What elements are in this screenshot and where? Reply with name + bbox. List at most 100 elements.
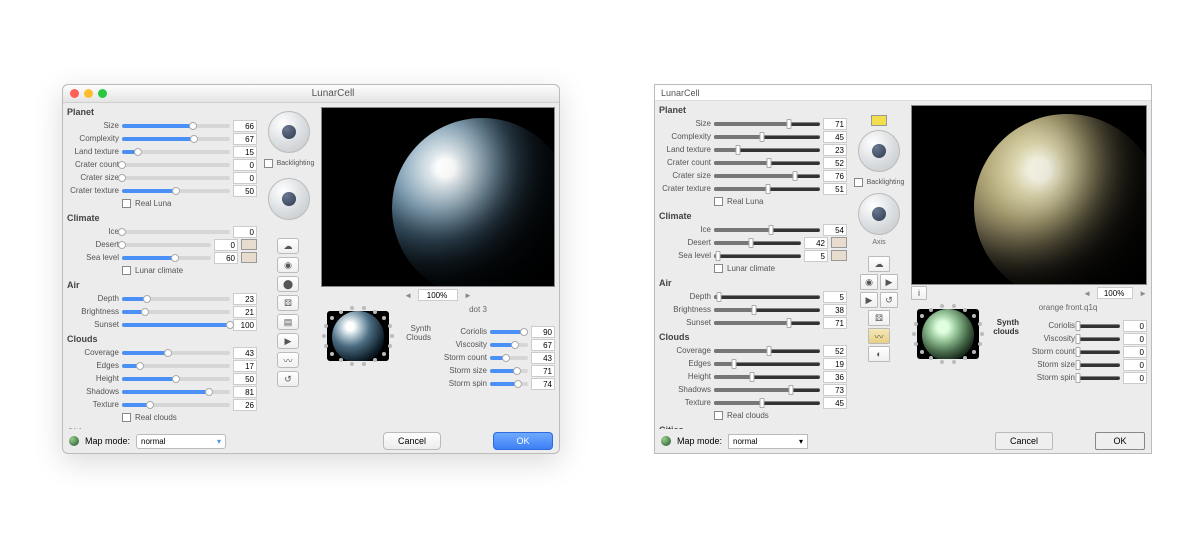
slider-track[interactable] xyxy=(1078,337,1120,341)
variation-dot[interactable] xyxy=(914,342,918,346)
main-preview[interactable] xyxy=(321,107,555,287)
slider-value[interactable]: 71 xyxy=(823,118,847,130)
color-swatch[interactable] xyxy=(241,252,257,263)
slider-value[interactable]: 52 xyxy=(823,157,847,169)
mac-titlebar[interactable]: LunarCell xyxy=(63,85,559,103)
climate-checkbox[interactable] xyxy=(122,266,131,275)
variation-dot[interactable] xyxy=(350,362,354,366)
slider-track[interactable] xyxy=(714,401,820,405)
slider-track[interactable] xyxy=(490,343,528,347)
slider-value[interactable]: 21 xyxy=(233,306,257,318)
zoom-in-button[interactable]: ► xyxy=(1139,289,1147,298)
slider-value[interactable]: 67 xyxy=(233,133,257,145)
clouds-checkbox[interactable] xyxy=(122,413,131,422)
variation-dot[interactable] xyxy=(929,308,933,312)
cancel-button[interactable]: Cancel xyxy=(995,432,1053,450)
slider-track[interactable] xyxy=(714,308,820,312)
close-icon[interactable] xyxy=(70,89,79,98)
slider-track[interactable] xyxy=(122,323,230,327)
play-button[interactable]: ▶ xyxy=(880,274,898,290)
slider-value[interactable]: 74 xyxy=(531,378,555,390)
minimize-icon[interactable] xyxy=(84,89,93,98)
backlighting-checkbox[interactable] xyxy=(854,178,863,187)
variation-dot[interactable] xyxy=(339,310,343,314)
axis-dial[interactable] xyxy=(858,193,900,235)
planet-checkbox[interactable] xyxy=(714,197,723,206)
variation-dot[interactable] xyxy=(920,314,924,318)
ok-button[interactable]: OK xyxy=(1095,432,1145,450)
slider-value[interactable]: 81 xyxy=(233,386,257,398)
random-button[interactable]: ⚄ xyxy=(868,310,890,326)
axis-dial[interactable] xyxy=(268,178,310,220)
play2-button[interactable]: ▶ xyxy=(860,292,878,308)
slider-value[interactable]: 0 xyxy=(1123,359,1147,371)
slider-value[interactable]: 19 xyxy=(823,358,847,370)
slider-value[interactable]: 23 xyxy=(823,144,847,156)
color-button[interactable]: ⬤ xyxy=(277,276,299,292)
zoom-in-button[interactable]: ► xyxy=(464,291,472,300)
variation-dot[interactable] xyxy=(940,360,944,364)
light-dial[interactable] xyxy=(268,111,310,153)
variation-dot[interactable] xyxy=(963,308,967,312)
variation-dot[interactable] xyxy=(324,344,328,348)
variation-dot[interactable] xyxy=(362,362,366,366)
color-swatch[interactable] xyxy=(831,250,847,261)
variation-dot[interactable] xyxy=(963,356,967,360)
slider-value[interactable]: 60 xyxy=(214,252,238,264)
slider-value[interactable]: 54 xyxy=(823,224,847,236)
slider-track[interactable] xyxy=(122,137,230,141)
slider-value[interactable]: 51 xyxy=(823,183,847,195)
slider-track[interactable] xyxy=(714,321,820,325)
variation-dot[interactable] xyxy=(373,358,377,362)
zoom-value[interactable]: 100% xyxy=(1097,287,1133,299)
slider-track[interactable] xyxy=(714,349,820,353)
slider-value[interactable]: 38 xyxy=(823,304,847,316)
slider-value[interactable]: 15 xyxy=(233,146,257,158)
slider-track[interactable] xyxy=(122,377,230,381)
slider-track[interactable] xyxy=(122,364,230,368)
slider-track[interactable] xyxy=(714,135,820,139)
slider-track[interactable] xyxy=(122,243,211,247)
slider-value[interactable]: 71 xyxy=(823,317,847,329)
slider-track[interactable] xyxy=(122,150,230,154)
variation-dot[interactable] xyxy=(390,334,394,338)
variation-dot[interactable] xyxy=(980,332,984,336)
slider-track[interactable] xyxy=(714,362,820,366)
slider-track[interactable] xyxy=(714,241,801,245)
random-button[interactable]: ⚄ xyxy=(277,295,299,311)
half-button[interactable]: ◐ xyxy=(868,346,890,362)
variation-dot[interactable] xyxy=(978,342,982,346)
color-swatch[interactable] xyxy=(831,237,847,248)
variation-dot[interactable] xyxy=(322,334,326,338)
zoom-out-button[interactable]: ◄ xyxy=(1083,289,1091,298)
slider-track[interactable] xyxy=(122,189,230,193)
slider-value[interactable]: 26 xyxy=(233,399,257,411)
slider-value[interactable]: 100 xyxy=(233,319,257,331)
slider-value[interactable]: 17 xyxy=(233,360,257,372)
clouds-checkbox[interactable] xyxy=(714,411,723,420)
slider-value[interactable]: 45 xyxy=(823,397,847,409)
win-titlebar[interactable]: LunarCell xyxy=(655,85,1151,101)
slider-track[interactable] xyxy=(122,297,230,301)
light-dial[interactable] xyxy=(858,130,900,172)
layers-button[interactable]: ▤ xyxy=(277,314,299,330)
slider-value[interactable]: 0 xyxy=(233,159,257,171)
variation-thumb[interactable] xyxy=(917,309,979,359)
slider-value[interactable]: 50 xyxy=(233,373,257,385)
slider-value[interactable]: 52 xyxy=(823,345,847,357)
variation-dot[interactable] xyxy=(350,306,354,310)
cloud-button[interactable]: ☁ xyxy=(277,238,299,254)
variation-dot[interactable] xyxy=(972,350,976,354)
climate-checkbox[interactable] xyxy=(714,264,723,273)
wave-button[interactable]: 〰 xyxy=(277,352,299,368)
slider-track[interactable] xyxy=(714,295,820,299)
slider-value[interactable]: 43 xyxy=(531,352,555,364)
undo-button[interactable]: ↺ xyxy=(277,371,299,387)
color-swatch[interactable] xyxy=(241,239,257,250)
slider-track[interactable] xyxy=(490,382,528,386)
cloud-button[interactable]: ☁ xyxy=(868,256,890,272)
backlighting-checkbox[interactable] xyxy=(264,159,273,168)
undo-button[interactable]: ↺ xyxy=(880,292,898,308)
slider-track[interactable] xyxy=(122,403,230,407)
play-button[interactable]: ▶ xyxy=(277,333,299,349)
